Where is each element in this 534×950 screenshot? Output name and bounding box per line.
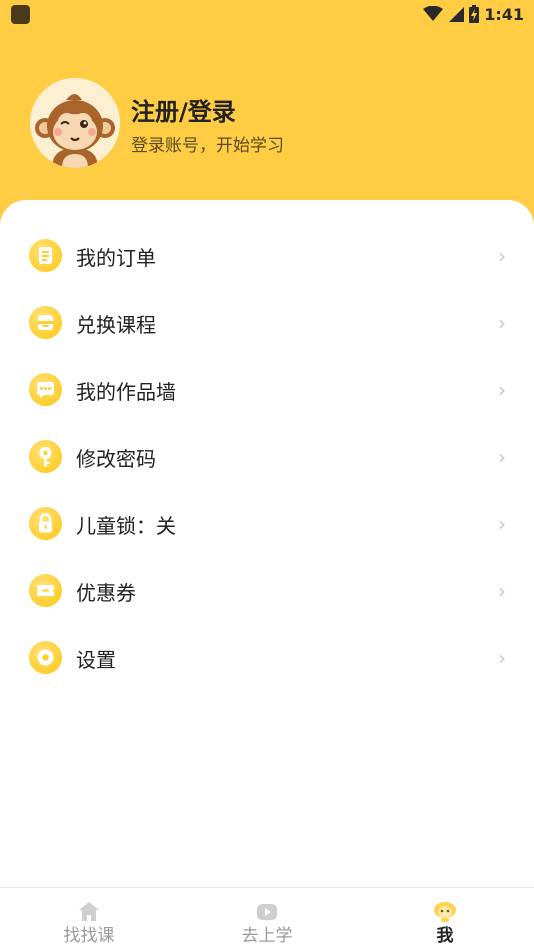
works-icon [29, 373, 62, 406]
clock-time: 1:41 [484, 4, 524, 24]
profile-page: 1:41 注册/登录 登录账号，开始学习 我的订单 › 兑换课程 › 我的作品墙… [0, 0, 534, 950]
settings-icon [29, 641, 62, 674]
monkey-avatar-icon [30, 78, 120, 168]
chevron-right-icon: › [498, 512, 506, 536]
menu-item-orders[interactable]: 我的订单 › [0, 222, 534, 289]
wifi-icon [423, 6, 444, 21]
battery-icon [469, 5, 480, 23]
menu-list: 我的订单 › 兑换课程 › 我的作品墙 › 修改密码 › 儿童锁：关 › 优惠券… [0, 222, 534, 691]
tab-find-courses[interactable]: 找找课 [0, 888, 178, 950]
app-indicator-icon [11, 5, 30, 24]
redeem-icon [29, 306, 62, 339]
menu-item-label: 优惠券 [76, 581, 136, 605]
tab-label: 我 [436, 926, 454, 946]
monkey-icon [434, 902, 456, 922]
coupon-icon [29, 574, 62, 607]
tab-go-to-school[interactable]: 去上学 [178, 888, 356, 950]
menu-item-label: 我的作品墙 [76, 380, 176, 404]
menu-item-label: 修改密码 [76, 447, 156, 471]
menu-item-coupons[interactable]: 优惠券 › [0, 557, 534, 624]
menu-item-label: 设置 [76, 648, 116, 672]
tab-label: 去上学 [241, 926, 293, 946]
chevron-right-icon: › [498, 445, 506, 469]
login-subtitle: 登录账号，开始学习 [131, 136, 284, 156]
chevron-right-icon: › [498, 579, 506, 603]
menu-item-redeem[interactable]: 兑换课程 › [0, 289, 534, 356]
menu-item-child-lock[interactable]: 儿童锁：关 › [0, 490, 534, 557]
menu-item-label: 我的订单 [76, 246, 156, 270]
menu-item-works-wall[interactable]: 我的作品墙 › [0, 356, 534, 423]
key-icon [29, 440, 62, 473]
menu-item-settings[interactable]: 设置 › [0, 624, 534, 691]
signal-icon [449, 7, 465, 22]
video-icon [257, 904, 277, 920]
chevron-right-icon: › [498, 646, 506, 670]
chevron-right-icon: › [498, 378, 506, 402]
menu-item-change-password[interactable]: 修改密码 › [0, 423, 534, 490]
tab-label: 找找课 [63, 926, 115, 946]
menu-card: 我的订单 › 兑换课程 › 我的作品墙 › 修改密码 › 儿童锁：关 › 优惠券… [0, 200, 534, 888]
chevron-right-icon: › [498, 244, 506, 268]
menu-item-label: 兑换课程 [76, 313, 156, 337]
menu-item-label: 儿童锁：关 [76, 514, 176, 538]
lock-icon [29, 507, 62, 540]
chevron-right-icon: › [498, 311, 506, 335]
bottom-nav: 找找课 去上学 我 [0, 887, 534, 950]
status-bar-right: 1:41 [423, 4, 524, 24]
tab-me[interactable]: 我 [356, 888, 534, 950]
home-icon [79, 902, 99, 921]
status-bar: 1:41 [0, 0, 534, 28]
profile-section[interactable]: 注册/登录 登录账号，开始学习 [30, 78, 510, 170]
header-banner: 1:41 注册/登录 登录账号，开始学习 [0, 0, 534, 230]
order-icon [29, 239, 62, 272]
login-title[interactable]: 注册/登录 [131, 92, 236, 127]
avatar[interactable] [30, 78, 120, 168]
